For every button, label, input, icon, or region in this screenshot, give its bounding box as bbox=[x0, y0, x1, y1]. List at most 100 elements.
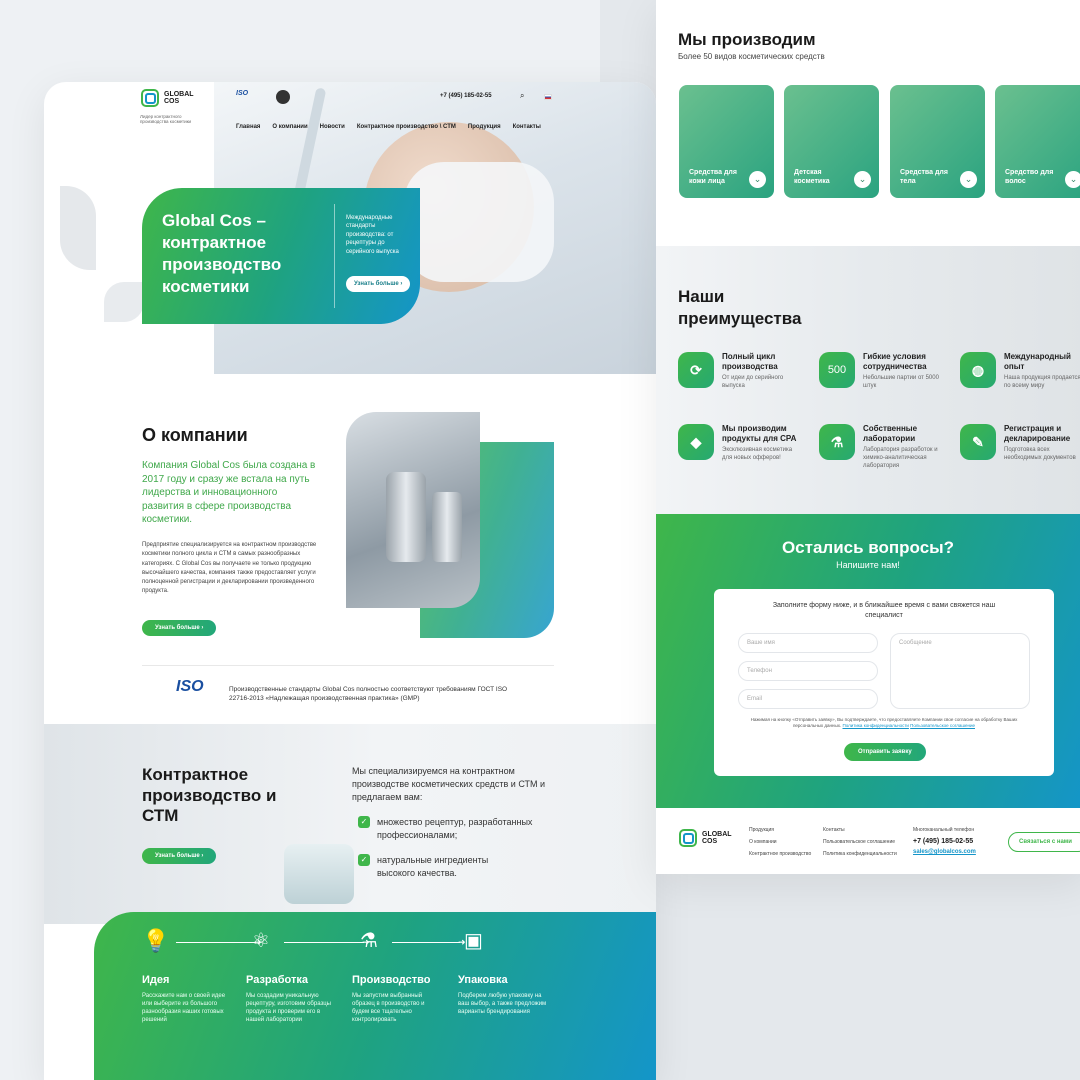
package-icon: ▣ bbox=[464, 930, 483, 952]
name-field[interactable]: Ваше имя bbox=[738, 633, 878, 653]
advantage-desc: От идеи до серийного выпуска bbox=[722, 375, 784, 390]
footer-link[interactable]: Пользовательское соглашение bbox=[823, 839, 897, 845]
footer-link[interactable]: Продукция bbox=[749, 827, 811, 833]
nav-contract[interactable]: Контрактное производство \ СТМ bbox=[357, 124, 456, 130]
hero-button-label: Узнать больше bbox=[354, 281, 399, 287]
steps-section: 💡 ➜ ⚛ ➜ ⚗ ➜ ▣ Идея Расскажите нам о своей… bbox=[94, 912, 656, 1080]
category-label: Детская косметика bbox=[794, 169, 830, 185]
contract-bg-image bbox=[44, 724, 656, 924]
advantage-title: Гибкие условия сотрудничества bbox=[863, 352, 927, 371]
certificate-icon bbox=[276, 90, 290, 104]
check-icon: ✓ bbox=[358, 816, 370, 828]
logo-line2: COS bbox=[702, 838, 718, 845]
iso-text: Производственные стандарты Global Cos по… bbox=[229, 686, 508, 703]
footer-link[interactable]: Политика конфиденциальности bbox=[823, 851, 897, 857]
category-label: Средство для волос bbox=[1005, 169, 1054, 185]
phone-field[interactable]: Телефон bbox=[738, 661, 878, 681]
nav-products[interactable]: Продукция bbox=[468, 124, 501, 130]
logo-line1: GLOBAL bbox=[164, 91, 194, 98]
contact-form: Заполните форму ниже, и в ближайшее врем… bbox=[714, 589, 1054, 776]
iso-badge: ISO bbox=[236, 90, 249, 97]
contact-us-button[interactable]: Связаться с нами bbox=[1008, 832, 1080, 852]
cream-jar bbox=[284, 844, 354, 904]
logo-line1: GLOBAL bbox=[702, 831, 732, 838]
contract-item-text: множество рецептур, разработанных профес… bbox=[377, 817, 533, 841]
step-arrow bbox=[284, 942, 364, 943]
footer-col: Контакты Пользовательское соглашение Пол… bbox=[823, 827, 897, 863]
check-icon: ✓ bbox=[358, 854, 370, 866]
cycle-icon: ⟳ bbox=[678, 352, 714, 388]
logo[interactable]: GLOBAL COS bbox=[140, 88, 194, 108]
category-kids[interactable]: Детская косметика ⌄ bbox=[784, 85, 879, 198]
logo-tagline: Лидер контрактного производства косметик… bbox=[140, 114, 192, 125]
advantage-title: Полный цикл производства bbox=[722, 352, 778, 371]
advantage-desc: Эксклюзивная косметика для новых офферов… bbox=[722, 447, 793, 462]
step-title: Производство bbox=[352, 974, 431, 986]
iso-logo: ISO bbox=[176, 678, 204, 695]
category-face[interactable]: Средства для кожи лица ⌄ bbox=[679, 85, 774, 198]
footer-link[interactable]: Контрактное производство bbox=[749, 851, 811, 857]
lightbulb-icon: 💡 bbox=[142, 928, 170, 953]
advantage-item: ✎ Регистрация и декларирование Подготовка … bbox=[960, 424, 1080, 462]
advantage-desc: Небольшие партии от 5000 штук bbox=[863, 375, 939, 390]
contract-title: Контрактное производство и СТМ bbox=[142, 765, 277, 826]
advantage-title: Мы производим продукты для СРА bbox=[722, 424, 797, 443]
contract-item-text: натуральные ингредиенты высокого качеств… bbox=[377, 855, 489, 879]
advantage-item: ◆ Мы производим продукты для СРА Эксклюзив… bbox=[678, 424, 802, 462]
lab-icon: ⚗ bbox=[819, 424, 855, 460]
step-desc: Мы запустим выбранный образец в производ… bbox=[352, 993, 425, 1024]
advantage-title: Международный опыт bbox=[1004, 352, 1071, 371]
contract-intro: Мы специализируемся на контрактном произ… bbox=[352, 766, 546, 803]
terms-link[interactable]: Пользовательское соглашение bbox=[910, 723, 975, 728]
step-title: Разработка bbox=[246, 974, 308, 986]
language-flag-icon[interactable] bbox=[544, 94, 552, 100]
footer-phone[interactable]: +7 (495) 185-02-55 bbox=[913, 838, 976, 845]
globe-icon: ◍ bbox=[960, 352, 996, 388]
chevron-down-icon[interactable]: ⌄ bbox=[1065, 171, 1080, 188]
footer-email[interactable]: sales@globalcos.com bbox=[913, 849, 976, 855]
nav-home[interactable]: Главная bbox=[236, 124, 260, 130]
contract-button-label: Узнать больше bbox=[155, 853, 200, 859]
steel-tank bbox=[386, 472, 426, 562]
mask-shape bbox=[404, 162, 554, 282]
nav-news[interactable]: Новости bbox=[320, 124, 345, 130]
advantage-item: ⚗ Собственные лаборатории Лаборатория разр… bbox=[819, 424, 943, 470]
privacy-link[interactable]: Политика конфиденциальности bbox=[843, 723, 909, 728]
advantages-title: Наши преимущества bbox=[678, 287, 802, 329]
advantage-item: 500 Гибкие условия сотрудничества Небольши… bbox=[819, 352, 943, 390]
equipment-photo bbox=[346, 412, 480, 608]
message-field[interactable]: Сообщение bbox=[890, 633, 1030, 709]
chevron-down-icon[interactable]: ⌄ bbox=[854, 171, 871, 188]
step-desc: Подберем любую упаковку на ваш выбор, а … bbox=[458, 993, 547, 1016]
search-icon[interactable]: ⌕ bbox=[520, 91, 524, 101]
footer-logo[interactable]: GLOBAL COS bbox=[678, 828, 732, 848]
step-title: Упаковка bbox=[458, 974, 508, 986]
nav-contacts[interactable]: Контакты bbox=[513, 124, 541, 130]
header-phone[interactable]: +7 (495) 185-02-55 bbox=[440, 93, 492, 99]
contract-learn-more-button[interactable]: Узнать больше › bbox=[142, 848, 217, 864]
footer-phone-label: Многоканальный телефон bbox=[913, 827, 975, 833]
email-field[interactable]: Email bbox=[738, 689, 878, 709]
category-body[interactable]: Средства для тела ⌄ bbox=[890, 85, 985, 198]
step-desc: Расскажите нам о своей идее или выберите… bbox=[142, 993, 226, 1024]
chevron-down-icon[interactable]: ⌄ bbox=[749, 171, 766, 188]
step-item: Идея Расскажите нам о своей идее или выбе… bbox=[142, 974, 232, 1024]
divider bbox=[142, 665, 554, 666]
category-hair[interactable]: Средство для волос ⌄ bbox=[995, 85, 1080, 198]
contact-subtitle: Напишите нам! bbox=[836, 560, 900, 570]
about-title: О компании bbox=[142, 425, 248, 445]
step-arrow bbox=[176, 942, 256, 943]
chevron-down-icon[interactable]: ⌄ bbox=[960, 171, 977, 188]
hero-learn-more-button[interactable]: Узнать больше › bbox=[346, 276, 411, 292]
nav-about[interactable]: О компании bbox=[272, 124, 307, 130]
contract-item: ✓ натуральные ингредиенты высокого качес… bbox=[358, 854, 517, 880]
hero-title: Global Cos – контрактное производство ко… bbox=[162, 211, 282, 297]
logo-line2: COS bbox=[164, 98, 180, 105]
submit-button[interactable]: Отправить заявку bbox=[844, 743, 926, 761]
contract-item: ✓ множество рецептур, разработанных проф… bbox=[358, 816, 557, 842]
category-label: Средства для кожи лица bbox=[689, 169, 737, 185]
advantage-title: Регистрация и декларирование bbox=[1004, 424, 1071, 443]
footer-link[interactable]: О компании bbox=[749, 839, 811, 845]
about-learn-more-button[interactable]: Узнать больше › bbox=[142, 620, 217, 636]
footer-link[interactable]: Контакты bbox=[823, 827, 897, 833]
